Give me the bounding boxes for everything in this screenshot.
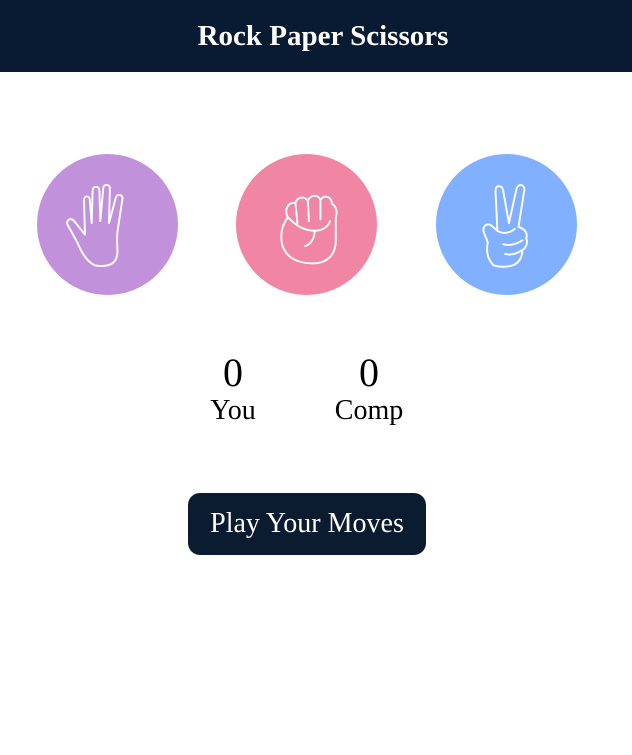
paper-hand-icon <box>65 183 123 267</box>
computer-score: 0 Comp <box>326 351 412 427</box>
page-title: Rock Paper Scissors <box>197 19 449 52</box>
rock-fist-icon <box>279 194 338 264</box>
computer-score-label: Comp <box>334 395 404 426</box>
play-moves-button[interactable]: Play Your Moves <box>188 493 426 555</box>
paper-choice-button[interactable] <box>37 154 178 295</box>
choices-row <box>0 72 632 372</box>
app-header: Rock Paper Scissors <box>0 0 632 72</box>
scissors-hand-icon <box>482 183 528 268</box>
user-score: 0 You <box>199 351 267 427</box>
user-score-label: You <box>210 395 256 426</box>
scissors-choice-button[interactable] <box>436 154 577 295</box>
computer-score-value: 0 <box>359 350 379 395</box>
rock-choice-button[interactable] <box>236 154 377 295</box>
user-score-value: 0 <box>223 350 243 395</box>
